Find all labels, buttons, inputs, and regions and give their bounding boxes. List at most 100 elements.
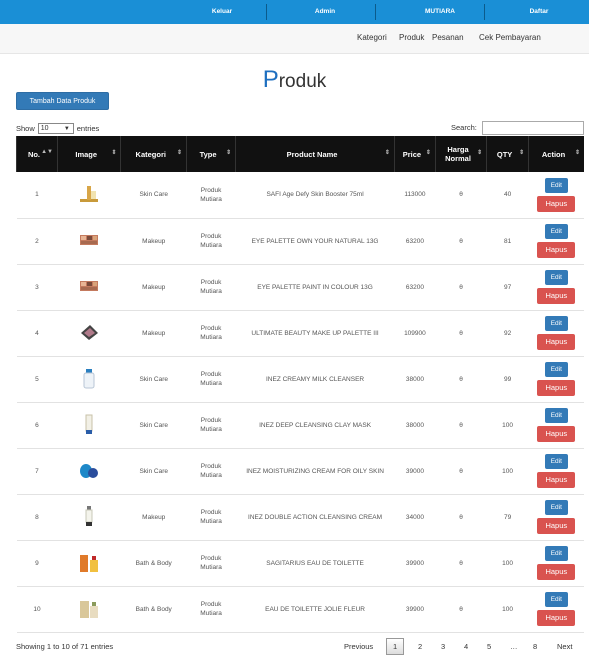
cell-qty: 100	[486, 448, 529, 495]
delete-button[interactable]: Hapus	[537, 334, 576, 350]
column-header[interactable]: QTY ⇕	[486, 136, 529, 172]
table-row: 6 Skin Care Produk Mutiara INEZ DEEP CLEANS…	[16, 402, 584, 449]
edit-button[interactable]: Edit	[544, 177, 568, 193]
search-label: Search:	[451, 123, 477, 132]
delete-button[interactable]: Hapus	[537, 564, 576, 580]
pagination-page[interactable]: 5	[487, 642, 491, 651]
pagination-page[interactable]: 2	[418, 642, 422, 651]
cell-kategori: Skin Care	[120, 402, 187, 449]
pagination-page[interactable]: 3	[441, 642, 445, 651]
column-header[interactable]: Harga Normal ⇕	[434, 136, 487, 172]
cell-no: 7	[16, 448, 58, 495]
search-input[interactable]	[482, 121, 584, 135]
cell-image	[57, 310, 121, 357]
delete-button[interactable]: Hapus	[537, 472, 576, 488]
edit-button[interactable]: Edit	[544, 546, 568, 561]
column-header[interactable]: Price ⇕	[393, 136, 436, 172]
cell-price: 113000	[394, 172, 436, 219]
palette-icon	[78, 275, 100, 297]
cell-price: 34000	[394, 494, 436, 541]
delete-button[interactable]: Hapus	[537, 288, 576, 304]
cell-harga-normal: θ	[435, 448, 487, 495]
nav-keluar-link[interactable]: Keluar	[196, 0, 248, 24]
cell-no: 4	[16, 310, 58, 357]
pump-bottle-icon	[78, 505, 100, 527]
edit-button[interactable]: Edit	[544, 408, 568, 423]
palette-icon	[78, 229, 100, 251]
cell-price: 39000	[394, 448, 436, 495]
cell-image	[57, 402, 121, 449]
subnav-pesanan-link[interactable]: Pesanan	[432, 33, 464, 42]
delete-button[interactable]: Hapus	[537, 380, 576, 396]
subnav-produk-link[interactable]: Produk	[399, 33, 424, 42]
entries-select[interactable]: 10 ▼	[37, 123, 74, 134]
sort-icon: ⇕	[226, 150, 232, 156]
cell-harga-normal: θ	[435, 218, 487, 265]
delete-button[interactable]: Hapus	[537, 610, 576, 626]
pagination-page-active[interactable]: 1	[386, 638, 405, 655]
cell-type: Produk Mutiara	[186, 402, 236, 449]
cell-qty: 100	[486, 540, 529, 587]
table-row: 9 Bath & Body Produk Mutiara SAGITARIUS EAU…	[16, 540, 584, 587]
cell-product-name: INEZ DOUBLE ACTION CLEANSING CREAM	[235, 494, 395, 541]
pagination-page[interactable]: 4	[464, 642, 468, 651]
pagination-previous[interactable]: Previous	[344, 642, 373, 651]
cell-qty: 92	[486, 310, 529, 357]
cell-product-name: SAGITARIUS EAU DE TOILETTE	[235, 540, 395, 587]
cell-no: 9	[16, 540, 58, 587]
cell-no: 8	[16, 494, 58, 541]
edit-button[interactable]: Edit	[544, 592, 568, 607]
cell-product-name: ULTIMATE BEAUTY MAKE UP PALETTE III	[235, 310, 395, 357]
cell-type: Produk Mutiara	[186, 356, 236, 403]
edit-button[interactable]: Edit	[544, 316, 568, 331]
edit-button[interactable]: Edit	[544, 454, 568, 469]
cell-type: Produk Mutiara	[186, 218, 236, 265]
cell-kategori: Bath & Body	[120, 586, 187, 633]
nav-divider	[484, 4, 485, 20]
pagination-page[interactable]: 8	[533, 642, 537, 651]
table-row: 7 Skin Care Produk Mutiara INEZ MOISTURIZIN…	[16, 448, 584, 495]
cell-type: Produk Mutiara	[186, 264, 236, 311]
cell-action: Edit Hapus	[528, 494, 584, 541]
edit-button[interactable]: Edit	[544, 362, 568, 377]
chevron-down-icon: ▼	[63, 126, 70, 132]
delete-button[interactable]: Hapus	[537, 518, 576, 534]
edit-button[interactable]: Edit	[544, 500, 568, 515]
pagination: Previous 1 2 3 4 5 … 8 Next	[340, 637, 585, 655]
bottle-icon	[78, 367, 100, 389]
bottle-stand-icon	[78, 183, 100, 205]
nav-admin-link[interactable]: Admin	[303, 0, 347, 24]
delete-button[interactable]: Hapus	[537, 242, 576, 258]
column-header[interactable]: Kategori ⇕	[120, 136, 187, 172]
add-product-button[interactable]: Tambah Data Produk	[16, 92, 109, 110]
column-header[interactable]: Action ⇕	[528, 136, 584, 172]
edit-button[interactable]: Edit	[544, 270, 568, 285]
cell-harga-normal: θ	[435, 402, 487, 449]
cell-type: Produk Mutiara	[186, 172, 236, 219]
nav-mutiara-link[interactable]: MUTIARA	[412, 0, 468, 24]
delete-button[interactable]: Hapus	[537, 195, 576, 212]
edit-button[interactable]: Edit	[544, 224, 568, 239]
column-header[interactable]: Product Name ⇕	[235, 136, 395, 172]
cell-price: 38000	[394, 402, 436, 449]
column-header[interactable]: No. ▲▼	[16, 136, 58, 172]
cell-action: Edit Hapus	[528, 356, 584, 403]
cell-price: 109900	[394, 310, 436, 357]
subnav-kategori-link[interactable]: Kategori	[357, 33, 387, 42]
cell-image	[57, 356, 121, 403]
subnav-cek-pembayaran-link[interactable]: Cek Pembayaran	[479, 33, 541, 42]
cell-no: 5	[16, 356, 58, 403]
page-title: Produk	[262, 66, 327, 93]
cell-kategori: Skin Care	[120, 448, 187, 495]
delete-button[interactable]: Hapus	[537, 426, 576, 442]
cell-harga-normal: θ	[435, 310, 487, 357]
cell-image	[57, 264, 121, 311]
sort-icon: ⇕	[384, 150, 390, 156]
cell-qty: 81	[486, 218, 529, 265]
pagination-next[interactable]: Next	[557, 642, 572, 651]
column-header[interactable]: Image ⇕	[56, 136, 121, 172]
cell-product-name: EYE PALETTE OWN YOUR NATURAL 13G	[235, 218, 395, 265]
column-header[interactable]: Type ⇕	[186, 136, 236, 172]
cell-image	[57, 218, 121, 265]
nav-daftar-link[interactable]: Daftar	[515, 0, 563, 24]
